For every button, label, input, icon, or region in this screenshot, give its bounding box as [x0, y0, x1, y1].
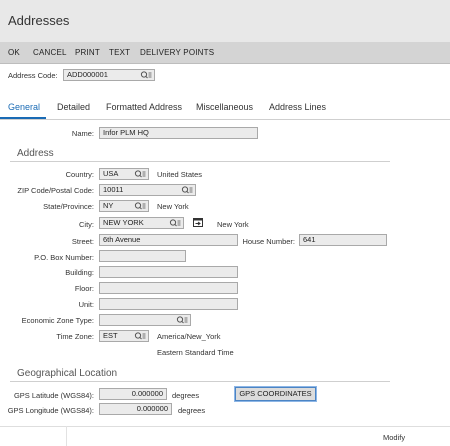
- address-section-title: Address: [17, 148, 54, 159]
- tab-formatted-address[interactable]: Formatted Address: [106, 102, 182, 112]
- gps-latitude-label: GPS Latitude (WGS84):: [13, 391, 94, 400]
- ok-button[interactable]: OK: [8, 48, 20, 57]
- text-button[interactable]: TEXT: [109, 48, 130, 57]
- po-box-label: P.O. Box Number:: [34, 253, 94, 262]
- gps-latitude-value: 0.000000: [131, 389, 163, 398]
- country-value: USA: [103, 169, 119, 178]
- state-lookup-icon[interactable]: [134, 201, 146, 211]
- po-box-field[interactable]: [99, 250, 186, 262]
- toolbar: OK CANCEL PRINT TEXT DELIVERY POINTS: [0, 42, 450, 64]
- economic-zone-label: Economic Zone Type:: [21, 316, 94, 325]
- zip-value: 10011: [103, 185, 124, 194]
- house-number-label: House Number:: [242, 237, 295, 246]
- building-label: Building:: [65, 268, 94, 277]
- geo-section-title: Geographical Location: [17, 368, 118, 379]
- tab-bar: General Detailed Formatted Address Misce…: [0, 95, 450, 120]
- state-value: NY: [103, 201, 114, 210]
- economic-zone-field[interactable]: [99, 314, 191, 326]
- city-description: New York: [217, 220, 249, 229]
- state-description: New York: [157, 202, 189, 211]
- unit-label: Unit:: [78, 300, 94, 309]
- street-value: 6th Avenue: [103, 235, 141, 244]
- building-field[interactable]: [99, 266, 238, 278]
- city-field[interactable]: NEW YORK: [99, 217, 184, 229]
- country-field[interactable]: USA: [99, 168, 149, 180]
- zip-field[interactable]: 10011: [99, 184, 196, 196]
- time-zone-long-name: Eastern Standard Time: [157, 348, 234, 357]
- zip-label: ZIP Code/Postal Code:: [17, 186, 94, 195]
- name-value: Infor PLM HQ: [103, 128, 149, 137]
- house-number-field[interactable]: 641: [299, 234, 387, 246]
- gps-coordinates-button[interactable]: GPS COORDINATES: [235, 387, 316, 401]
- gps-longitude-value: 0.000000: [136, 404, 168, 413]
- state-field[interactable]: NY: [99, 200, 149, 212]
- cancel-button[interactable]: CANCEL: [33, 48, 67, 57]
- footer-column-divider: [66, 426, 67, 446]
- floor-label: Floor:: [74, 284, 94, 293]
- country-description: United States: [157, 170, 203, 179]
- modify-status: Modify: [383, 433, 406, 442]
- time-zone-field[interactable]: EST: [99, 330, 149, 342]
- navigate-arrow-icon[interactable]: [193, 218, 203, 227]
- geo-section-divider: [10, 381, 390, 382]
- city-label: City:: [79, 220, 94, 229]
- state-label: State/Province:: [43, 202, 94, 211]
- city-lookup-icon[interactable]: [169, 218, 181, 228]
- zip-lookup-icon[interactable]: [181, 185, 193, 195]
- delivery-points-button[interactable]: DELIVERY POINTS: [140, 48, 214, 57]
- country-lookup-icon[interactable]: [134, 169, 146, 179]
- footer-divider: [0, 426, 450, 427]
- time-zone-lookup-icon[interactable]: [134, 331, 146, 341]
- tab-detailed[interactable]: Detailed: [57, 102, 90, 112]
- time-zone-label: Time Zone:: [56, 332, 94, 341]
- name-label: Name:: [71, 129, 94, 138]
- economic-zone-lookup-icon[interactable]: [176, 315, 188, 325]
- address-code-label: Address Code:: [8, 71, 58, 80]
- name-field[interactable]: Infor PLM HQ: [99, 127, 258, 139]
- house-number-value: 641: [303, 235, 316, 244]
- lookup-icon[interactable]: [140, 70, 152, 80]
- tab-miscellaneous[interactable]: Miscellaneous: [196, 102, 253, 112]
- address-section-divider: [10, 161, 390, 162]
- gps-longitude-unit: degrees: [178, 406, 206, 415]
- tab-general[interactable]: General: [8, 102, 40, 112]
- gps-longitude-field[interactable]: 0.000000: [99, 403, 172, 415]
- street-label: Street:: [71, 237, 94, 246]
- tab-address-lines[interactable]: Address Lines: [269, 102, 326, 112]
- gps-latitude-unit: degrees: [172, 391, 200, 400]
- gps-latitude-field[interactable]: 0.000000: [99, 388, 167, 400]
- unit-field[interactable]: [99, 298, 238, 310]
- active-tab-indicator: [0, 117, 46, 119]
- gps-longitude-label: GPS Longitude (WGS84):: [7, 406, 94, 415]
- window-title: Addresses: [8, 13, 70, 28]
- city-value: NEW YORK: [103, 218, 144, 227]
- time-zone-value: EST: [103, 331, 118, 340]
- floor-field[interactable]: [99, 282, 238, 294]
- country-label: Country:: [65, 170, 94, 179]
- address-code-field[interactable]: ADD000001: [63, 69, 155, 81]
- address-code-value: ADD000001: [67, 70, 108, 79]
- title-bar: Addresses: [0, 0, 450, 43]
- time-zone-description: America/New_York: [157, 332, 221, 341]
- street-field[interactable]: 6th Avenue: [99, 234, 238, 246]
- print-button[interactable]: PRINT: [75, 48, 100, 57]
